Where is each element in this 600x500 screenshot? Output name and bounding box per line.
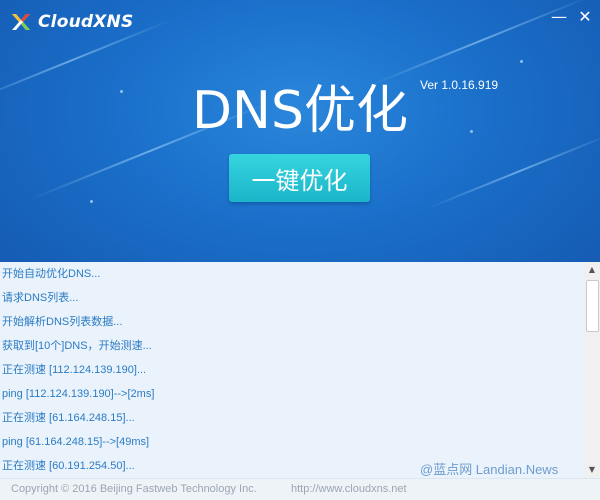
log-scrollbar[interactable]: ▲ ▼ bbox=[584, 262, 600, 478]
scrollbar-thumb[interactable] bbox=[586, 280, 599, 332]
log-line: 开始自动优化DNS... bbox=[2, 268, 101, 280]
app-window: CloudXNS — ✕ DNS优化 Ver 1.0.16.919 一键优化 开… bbox=[0, 0, 600, 500]
decor-dot bbox=[520, 60, 523, 63]
app-name: CloudXNS bbox=[38, 12, 134, 32]
optimize-button-label: 一键优化 bbox=[251, 166, 348, 195]
log-line: ping [112.124.139.190]-->[2ms] bbox=[2, 388, 155, 400]
one-click-optimize-button[interactable]: 一键优化 bbox=[229, 154, 370, 202]
log-line: 请求DNS列表... bbox=[2, 292, 79, 304]
watermark: @蓝点网 Landian.News bbox=[420, 459, 558, 478]
decor-streak bbox=[426, 132, 600, 210]
minimize-icon: — bbox=[551, 7, 567, 26]
close-icon: ✕ bbox=[578, 7, 592, 26]
header-banner: CloudXNS — ✕ DNS优化 Ver 1.0.16.919 一键优化 bbox=[0, 0, 600, 262]
website-link[interactable]: http://www.cloudxns.net bbox=[291, 483, 407, 495]
scroll-down-arrow-icon[interactable]: ▼ bbox=[584, 462, 600, 478]
footer: Copyright © 2016 Beijing Fastweb Technol… bbox=[0, 478, 600, 500]
log-line: 正在测速 [61.164.248.15]... bbox=[2, 412, 135, 424]
log-panel: 开始自动优化DNS... 请求DNS列表... 开始解析DNS列表数据... 获… bbox=[0, 262, 584, 478]
log-line: 开始解析DNS列表数据... bbox=[2, 316, 123, 328]
decor-dot bbox=[90, 200, 93, 203]
scroll-up-arrow-icon[interactable]: ▲ bbox=[584, 262, 600, 278]
close-button[interactable]: ✕ bbox=[574, 6, 596, 28]
version-label: Ver 1.0.16.919 bbox=[420, 78, 499, 92]
log-line: 正在测速 [112.124.139.190]... bbox=[2, 364, 147, 376]
log-line: 获取到[10个]DNS，开始测速... bbox=[2, 340, 152, 352]
log-line: ping [61.164.248.15]-->[49ms] bbox=[2, 436, 150, 448]
watermark-text: @蓝点网 Landian.News bbox=[420, 462, 559, 477]
page-title: DNS优化 bbox=[192, 81, 408, 141]
minimize-button[interactable]: — bbox=[548, 6, 570, 28]
app-logo: CloudXNS bbox=[10, 10, 133, 34]
cloudxns-logo-icon bbox=[12, 14, 30, 30]
copyright-text: Copyright © 2016 Beijing Fastweb Technol… bbox=[11, 483, 257, 495]
